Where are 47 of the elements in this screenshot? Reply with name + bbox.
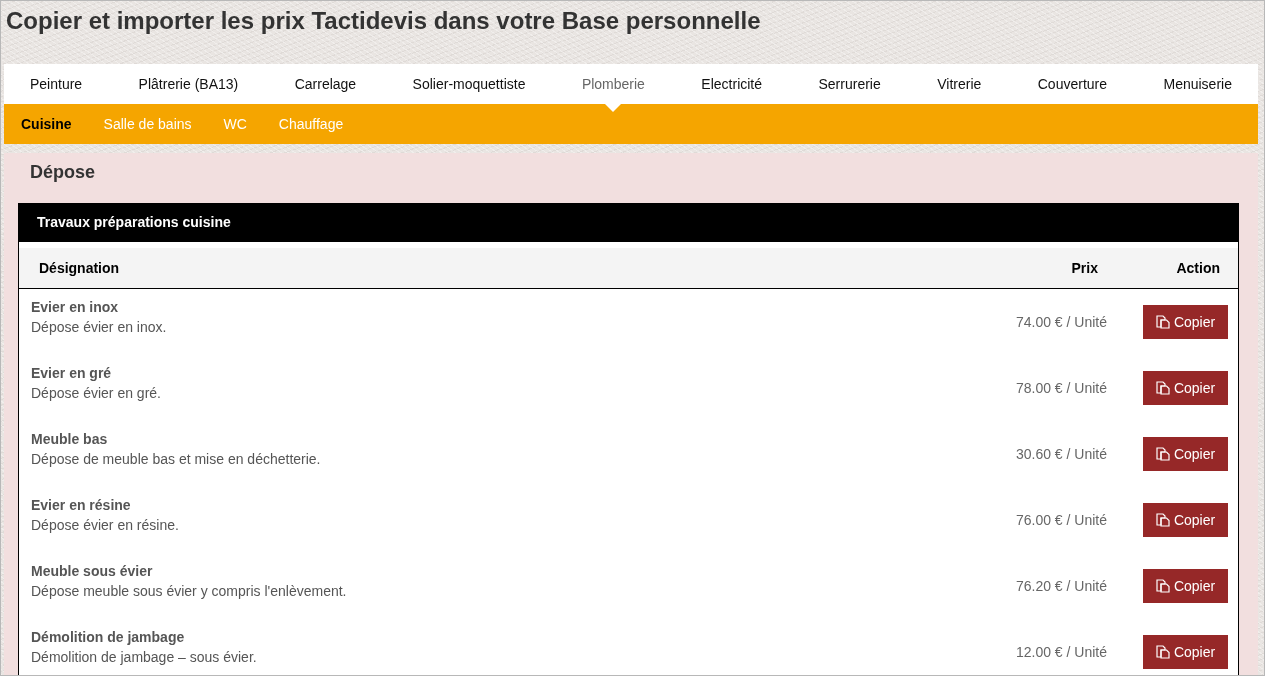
category-tab[interactable]: Electricité <box>692 64 772 104</box>
copy-button[interactable]: Copier <box>1143 371 1228 405</box>
item-name: Evier en gré <box>31 364 113 383</box>
item-description: Dépose évier en inox. <box>31 318 168 337</box>
item-description: Dépose évier en résine. <box>31 516 180 535</box>
copy-icon <box>1155 513 1170 527</box>
subcategory-tab[interactable]: Cuisine <box>5 104 88 144</box>
category-tab[interactable]: Plomberie <box>572 64 654 104</box>
copy-icon <box>1155 579 1170 593</box>
category-tab[interactable]: Peinture <box>21 64 92 104</box>
category-tab[interactable]: Carrelage <box>285 64 366 104</box>
category-tab[interactable]: Solier-moquettiste <box>403 64 535 104</box>
section-heading: Dépose <box>30 161 97 183</box>
copy-icon <box>1155 645 1170 659</box>
column-header: Prix <box>1071 258 1099 278</box>
copy-icon <box>1155 447 1170 461</box>
item-description: Dépose évier en gré. <box>31 384 162 403</box>
column-header: Action <box>1176 258 1221 278</box>
category-tab[interactable]: Vitrerie <box>928 64 991 104</box>
item-price: 76.20 € / Unité <box>1015 576 1107 596</box>
item-name: Démolition de jambage <box>31 628 186 647</box>
item-price: 30.60 € / Unité <box>1015 444 1107 464</box>
copy-button[interactable]: Copier <box>1143 569 1228 603</box>
copy-button[interactable]: Copier <box>1143 437 1228 471</box>
item-price: 78.00 € / Unité <box>1015 378 1107 398</box>
category-tab[interactable]: Serrurerie <box>809 64 890 104</box>
category-tab[interactable]: Couverture <box>1028 64 1116 104</box>
copy-icon <box>1155 315 1170 329</box>
item-price: 76.00 € / Unité <box>1015 510 1107 530</box>
copy-button[interactable]: Copier <box>1143 635 1228 669</box>
copy-button[interactable]: Copier <box>1143 503 1228 537</box>
category-tab[interactable]: Plâtrerie (BA13) <box>129 64 248 104</box>
table-title: Travaux préparations cuisine <box>19 203 1238 242</box>
item-description: Dépose de meuble bas et mise en déchetterie. <box>31 450 322 469</box>
item-description: Démolition de jambage – sous évier. <box>31 648 258 667</box>
copy-icon <box>1155 381 1170 395</box>
column-header: Désignation <box>38 258 121 278</box>
item-price: 74.00 € / Unité <box>1015 312 1107 332</box>
page-title: Copier et importer les prix Tactidevis dans votre Base personnelle <box>5 6 762 36</box>
item-name: Meuble sous évier <box>31 562 154 581</box>
item-description: Dépose meuble sous évier y compris l'enlèvement. <box>31 582 348 601</box>
item-name: Meuble bas <box>31 430 109 449</box>
item-name: Evier en inox <box>31 298 120 317</box>
item-price: 12.00 € / Unité <box>1015 642 1107 662</box>
category-tab[interactable]: Menuiserie <box>1154 64 1241 104</box>
copy-button[interactable]: Copier <box>1143 305 1228 339</box>
item-name: Evier en résine <box>31 496 132 515</box>
